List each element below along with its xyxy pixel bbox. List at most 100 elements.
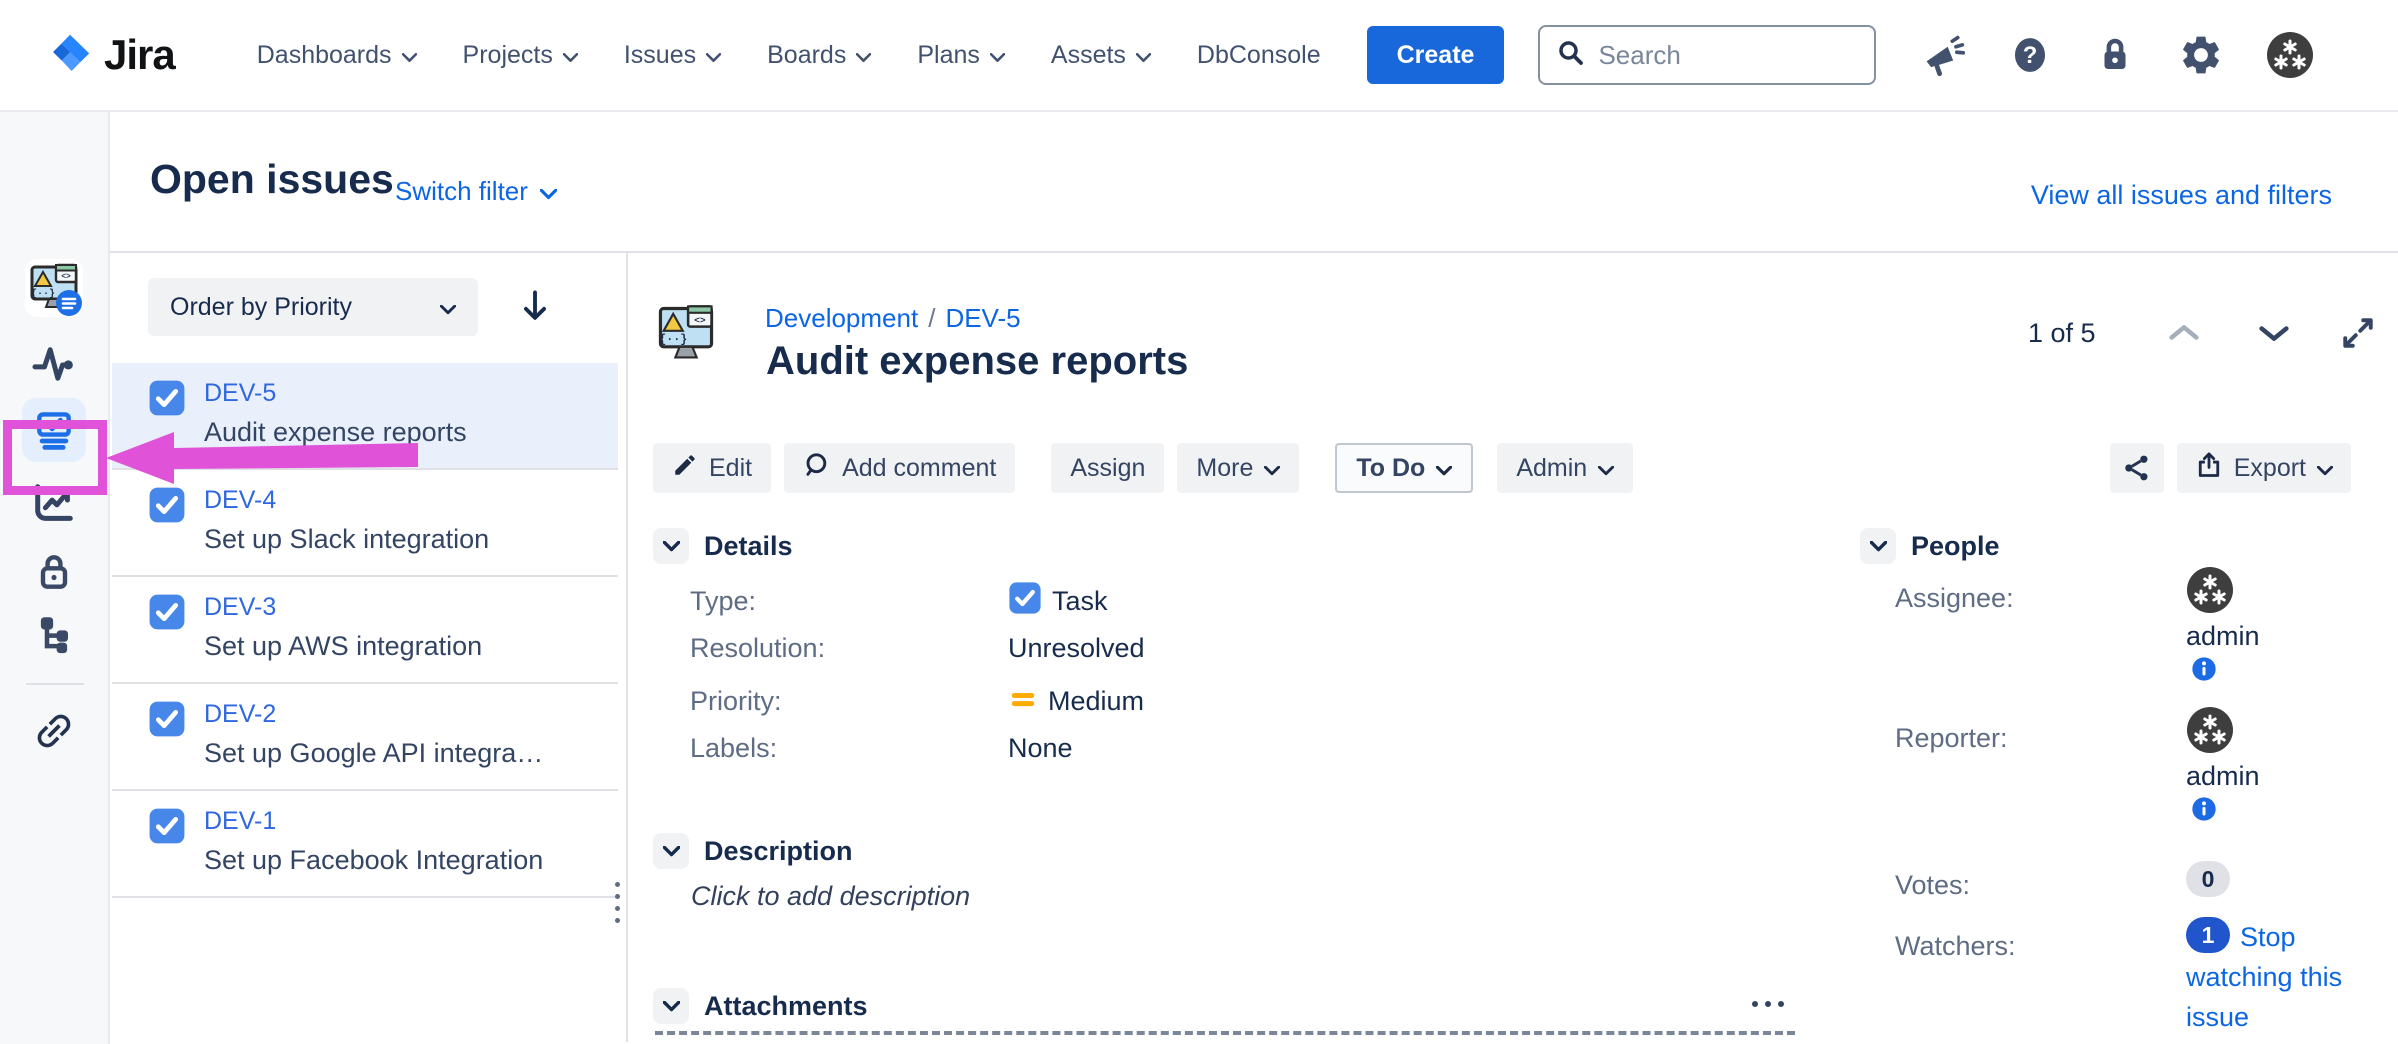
next-issue-chevron-down-icon[interactable]	[2258, 324, 2290, 342]
edit-button[interactable]: Edit	[653, 443, 771, 493]
nav-boards[interactable]: Boards	[767, 41, 871, 70]
task-type-icon	[148, 486, 186, 529]
chevron-down-icon	[706, 41, 721, 70]
breadcrumb-issue-link[interactable]: DEV-5	[945, 303, 1020, 333]
reporter-name-link[interactable]: admin	[2186, 761, 2260, 792]
issue-row-dev-1[interactable]: DEV-1 Set up Facebook Integration	[112, 791, 618, 898]
details-heading: Details	[704, 531, 793, 562]
collapse-attachments-chevron-icon[interactable]	[653, 988, 689, 1024]
announcements-megaphone-icon[interactable]	[1922, 33, 1966, 77]
svg-text:?: ?	[2023, 42, 2038, 69]
issue-summary: Set up Slack integration	[204, 524, 489, 555]
board-icon-selected[interactable]	[22, 398, 86, 462]
issue-list-panel: Order by Priority DEV-5 Audit e	[110, 253, 628, 1042]
people-section-header: People	[1860, 528, 2000, 564]
priority-value: Medium	[1048, 686, 1144, 717]
switch-filter-dropdown[interactable]: Switch filter	[395, 176, 557, 207]
create-button[interactable]: Create	[1367, 26, 1505, 84]
search-box[interactable]	[1538, 25, 1876, 85]
chevron-down-icon	[440, 293, 456, 322]
collapse-people-chevron-icon[interactable]	[1860, 528, 1896, 564]
task-type-icon	[1008, 581, 1042, 622]
issue-row-dev-5[interactable]: DEV-5 Audit expense reports	[112, 363, 618, 470]
breadcrumb: Development / DEV-5	[765, 303, 1021, 334]
chevron-down-icon	[563, 41, 578, 70]
attachments-heading: Attachments	[704, 991, 868, 1022]
assignee-info-icon[interactable]	[2190, 655, 2218, 686]
issue-toolbar: Edit Add comment Assign More To Do	[653, 443, 1633, 493]
issue-row-dev-2[interactable]: DEV-2 Set up Google API integra…	[112, 684, 618, 791]
issue-hierarchy-icon[interactable]	[33, 612, 75, 654]
issue-row-dev-4[interactable]: DEV-4 Set up Slack integration	[112, 470, 618, 577]
view-all-issues-link[interactable]: View all issues and filters	[2031, 180, 2332, 211]
nav-assets[interactable]: Assets	[1051, 41, 1151, 70]
share-icon[interactable]	[2110, 443, 2164, 493]
assignee-avatar	[2186, 566, 2234, 619]
more-dropdown[interactable]: More	[1177, 443, 1299, 493]
previous-issue-chevron-up-icon[interactable]	[2168, 324, 2200, 342]
attachments-section-header: Attachments	[653, 988, 868, 1024]
attachments-dropzone[interactable]	[655, 1031, 1795, 1044]
nav-issues[interactable]: Issues	[624, 41, 721, 70]
task-type-icon	[148, 379, 186, 422]
breadcrumb-project-link[interactable]: Development	[765, 303, 918, 333]
issue-key[interactable]: DEV-1	[204, 807, 276, 836]
description-heading: Description	[704, 836, 853, 867]
add-description-placeholder[interactable]: Click to add description	[691, 881, 970, 912]
reporter-info-icon[interactable]	[2190, 795, 2218, 826]
link-icon[interactable]	[31, 708, 77, 754]
help-icon[interactable]: ?	[2008, 33, 2052, 77]
attachments-more-options-icon[interactable]	[1746, 995, 1790, 1013]
lock-icon[interactable]	[2094, 34, 2136, 76]
nav-plans[interactable]: Plans	[917, 41, 1005, 70]
share-export-group: Export	[2110, 443, 2351, 493]
expand-fullscreen-icon[interactable]	[2340, 315, 2376, 351]
svg-text:<>: <>	[61, 273, 71, 282]
sidebar-divider	[26, 683, 84, 685]
gear-icon[interactable]	[2178, 32, 2224, 78]
project-avatar-large: {··} <>	[653, 300, 719, 366]
chevron-down-icon	[1436, 454, 1452, 483]
collapse-details-chevron-icon[interactable]	[653, 528, 689, 564]
assignee-name-link[interactable]: admin	[2186, 621, 2260, 652]
issue-key[interactable]: DEV-5	[204, 379, 276, 408]
export-button[interactable]: Export	[2177, 443, 2351, 493]
votes-badge[interactable]: 0	[2186, 861, 2230, 897]
field-type: Type:Task	[690, 581, 1108, 622]
security-lock-icon[interactable]	[32, 550, 76, 594]
panel-resize-handle[interactable]	[611, 878, 624, 927]
arrow-down-icon	[520, 289, 550, 323]
jira-logo[interactable]: Jira	[48, 30, 175, 81]
activity-pulse-icon[interactable]	[31, 344, 77, 384]
votes-label: Votes:	[1895, 870, 1970, 901]
details-section-header: Details	[653, 528, 793, 564]
search-input[interactable]	[1598, 40, 1838, 71]
assignee-label: Assignee:	[1895, 583, 2014, 614]
issue-key[interactable]: DEV-4	[204, 486, 276, 515]
reports-chart-icon[interactable]	[31, 480, 77, 526]
watchers-badge[interactable]: 1	[2186, 917, 2230, 953]
breadcrumb-separator: /	[928, 303, 935, 333]
resolution-label: Resolution:	[690, 633, 1008, 664]
user-avatar[interactable]	[2266, 31, 2314, 79]
resolution-value: Unresolved	[1008, 633, 1145, 664]
task-type-icon	[148, 700, 186, 743]
priority-label: Priority:	[690, 686, 1008, 717]
issue-row-dev-3[interactable]: DEV-3 Set up AWS integration	[112, 577, 618, 684]
nav-dashboards[interactable]: Dashboards	[257, 41, 417, 70]
sort-direction-button[interactable]	[520, 289, 550, 326]
reporter-avatar	[2186, 706, 2234, 759]
collapse-description-chevron-icon[interactable]	[653, 833, 689, 869]
issue-key[interactable]: DEV-3	[204, 593, 276, 622]
issue-title: Audit expense reports	[766, 339, 1188, 384]
nav-projects[interactable]: Projects	[463, 41, 578, 70]
order-by-dropdown[interactable]: Order by Priority	[148, 278, 478, 336]
nav-dbconsole[interactable]: DbConsole	[1197, 41, 1321, 70]
status-dropdown[interactable]: To Do	[1335, 443, 1473, 493]
issue-key[interactable]: DEV-2	[204, 700, 276, 729]
labels-label: Labels:	[690, 733, 1008, 764]
assign-button[interactable]: Assign	[1051, 443, 1164, 493]
add-comment-button[interactable]: Add comment	[784, 443, 1015, 493]
project-avatar[interactable]: {··} <>	[23, 257, 85, 319]
admin-dropdown[interactable]: Admin	[1497, 443, 1633, 493]
